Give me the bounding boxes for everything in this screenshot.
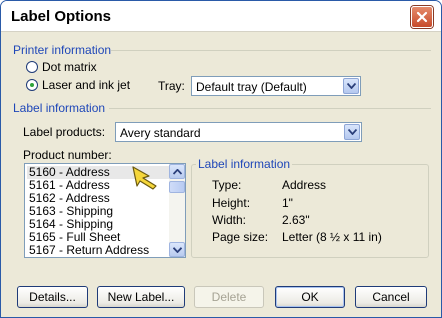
divider (111, 50, 431, 51)
page-size-key: Page size: (212, 230, 269, 244)
dot-matrix-label: Dot matrix (42, 60, 97, 74)
type-value: Address (282, 178, 327, 192)
width-key: Width: (212, 213, 247, 227)
product-number-label: Product number: (23, 148, 112, 162)
dropdown-arrow-icon[interactable] (343, 78, 359, 94)
delete-button[interactable]: Delete (194, 286, 264, 308)
new-label-button[interactable]: New Label... (97, 286, 185, 308)
tray-label: Tray: (158, 79, 185, 93)
height-value: 1" (282, 196, 293, 210)
tray-select[interactable]: Default tray (Default) (191, 76, 361, 96)
printer-info-heading: Printer information (13, 43, 112, 57)
list-scrollbar[interactable] (169, 164, 185, 257)
label-products-label: Label products: (23, 125, 106, 139)
laser-ink-jet-radio[interactable] (26, 79, 38, 91)
divider (109, 108, 431, 109)
dropdown-arrow-icon[interactable] (344, 124, 360, 140)
scroll-thumb[interactable] (169, 181, 185, 193)
label-options-dialog: Label Options Printer information Dot ma… (0, 0, 442, 318)
tray-value: Default tray (Default) (196, 80, 307, 94)
height-key: Height: (212, 196, 251, 210)
width-value: 2.63" (282, 213, 310, 227)
scroll-down-button[interactable] (169, 242, 185, 257)
label-products-select[interactable]: Avery standard (115, 122, 362, 142)
list-item[interactable]: 5167 - Return Address (27, 244, 169, 257)
product-number-list[interactable]: 5160 - Address 5161 - Address 5162 - Add… (24, 163, 186, 258)
details-heading: Label information (196, 157, 293, 171)
dot-matrix-radio[interactable] (26, 61, 38, 73)
window-title: Label Options (11, 8, 112, 25)
label-products-value: Avery standard (120, 126, 201, 140)
type-key: Type: (212, 178, 242, 192)
title-bar: Label Options (1, 1, 441, 32)
scroll-up-button[interactable] (169, 164, 185, 179)
ok-button[interactable]: OK (275, 286, 345, 308)
cancel-button[interactable]: Cancel (355, 286, 427, 308)
details-button[interactable]: Details... (17, 286, 88, 308)
close-button[interactable] (411, 6, 433, 28)
page-size-value: Letter (8 ½ x 11 in) (282, 230, 382, 244)
label-info-heading: Label information (13, 101, 106, 115)
mouse-pointer-icon (131, 164, 161, 193)
laser-ink-jet-label: Laser and ink jet (42, 78, 131, 92)
